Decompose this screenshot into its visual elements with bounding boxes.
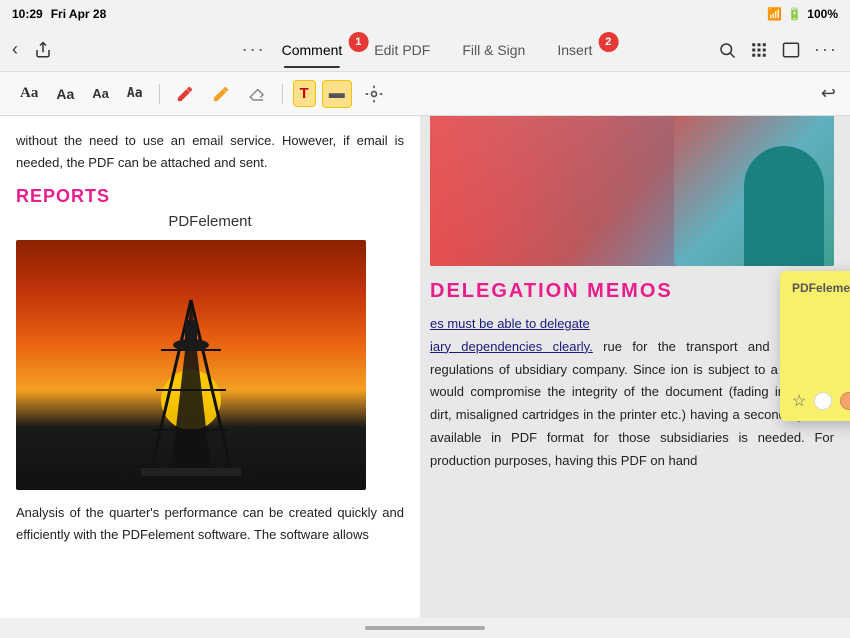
insert-badge: 2 <box>598 32 618 52</box>
search-button[interactable] <box>718 41 736 59</box>
text-highlight-button[interactable]: T <box>293 80 316 107</box>
bookmark-icon-button[interactable]: ☆ <box>792 391 806 411</box>
toolbar-center: ··· Comment 1 Edit PDF Fill & Sign Inser… <box>242 34 609 66</box>
battery-percent: 100% <box>807 7 838 21</box>
battery-icon: 🔋 <box>787 7 802 21</box>
dots-menu[interactable]: ··· <box>242 39 266 60</box>
bottom-bar <box>0 618 850 638</box>
reports-title: REPORTS <box>16 186 404 207</box>
text-size-sans[interactable]: Aa <box>50 82 80 106</box>
header-image <box>430 116 834 266</box>
oil-pump-image <box>16 240 366 490</box>
share-button[interactable] <box>34 41 52 59</box>
pump-silhouette <box>111 290 271 490</box>
text-size-serif[interactable]: Aa <box>14 81 44 106</box>
sticky-note-popup: PDFelement ☆ <box>780 271 850 421</box>
tab-comment-wrapper: Comment 1 <box>266 34 359 66</box>
secondary-toolbar: Aa Aa Aa Aa T ▬ ↩ <box>0 72 850 116</box>
sticky-note-body[interactable] <box>792 301 850 381</box>
underlined-text: es must be able to delegateiary dependen… <box>430 316 593 354</box>
tab-fill-sign[interactable]: Fill & Sign <box>446 34 541 66</box>
toolbar-right: ··· <box>718 39 838 60</box>
text-size-small[interactable]: Aa <box>86 82 115 105</box>
text-box-button[interactable]: ▬ <box>322 80 352 108</box>
back-button[interactable]: ‹ <box>12 39 18 60</box>
separator-1 <box>159 84 160 104</box>
sticky-note-footer: ☆ <box>792 391 850 411</box>
pen-orange-button[interactable] <box>206 81 236 107</box>
eraser-button[interactable] <box>242 81 272 107</box>
toolbar-left: ‹ <box>12 39 52 60</box>
date: Fri Apr 28 <box>51 7 107 21</box>
delegation-title: DELEGATION MEMOS <box>430 280 834 303</box>
undo-button[interactable]: ↩ <box>821 83 836 104</box>
right-body-text: es must be able to delegateiary dependen… <box>430 313 834 472</box>
status-bar: 10:29 Fri Apr 28 📶 🔋 100% <box>0 0 850 28</box>
home-indicator <box>365 626 485 630</box>
more-button[interactable]: ··· <box>814 39 838 60</box>
pen-red-button[interactable] <box>170 81 200 107</box>
tab-edit-pdf[interactable]: Edit PDF <box>358 34 446 66</box>
analysis-text: Analysis of the quarter's performance ca… <box>16 502 404 546</box>
status-right: 📶 🔋 100% <box>767 7 838 21</box>
pdfelement-center-label: PDFelement <box>16 213 404 230</box>
wifi-icon: 📶 <box>767 7 782 21</box>
grid-button[interactable] <box>750 41 768 59</box>
sticky-note-header: PDFelement <box>792 281 850 295</box>
top-toolbar: ‹ ··· Comment 1 Edit PDF Fill & Sign Ins… <box>0 28 850 72</box>
right-panel: DELEGATION MEMOS es must be able to dele… <box>420 116 850 618</box>
main-content: without the need to use an email service… <box>0 116 850 618</box>
header-person-area <box>674 116 834 266</box>
left-panel: without the need to use an email service… <box>0 116 420 618</box>
status-left: 10:29 Fri Apr 28 <box>12 7 106 21</box>
separator-2 <box>282 84 283 104</box>
color-white[interactable] <box>814 392 832 410</box>
time: 10:29 <box>12 7 43 21</box>
stamp-button[interactable] <box>358 80 390 108</box>
text-size-mono[interactable]: Aa <box>121 82 149 105</box>
intro-text: without the need to use an email service… <box>16 130 404 174</box>
tab-comment[interactable]: Comment <box>266 34 359 66</box>
person-silhouette <box>744 146 824 266</box>
view-button[interactable] <box>782 41 800 59</box>
tab-insert-wrapper: Insert 2 <box>541 34 608 66</box>
color-peach[interactable] <box>840 392 850 410</box>
